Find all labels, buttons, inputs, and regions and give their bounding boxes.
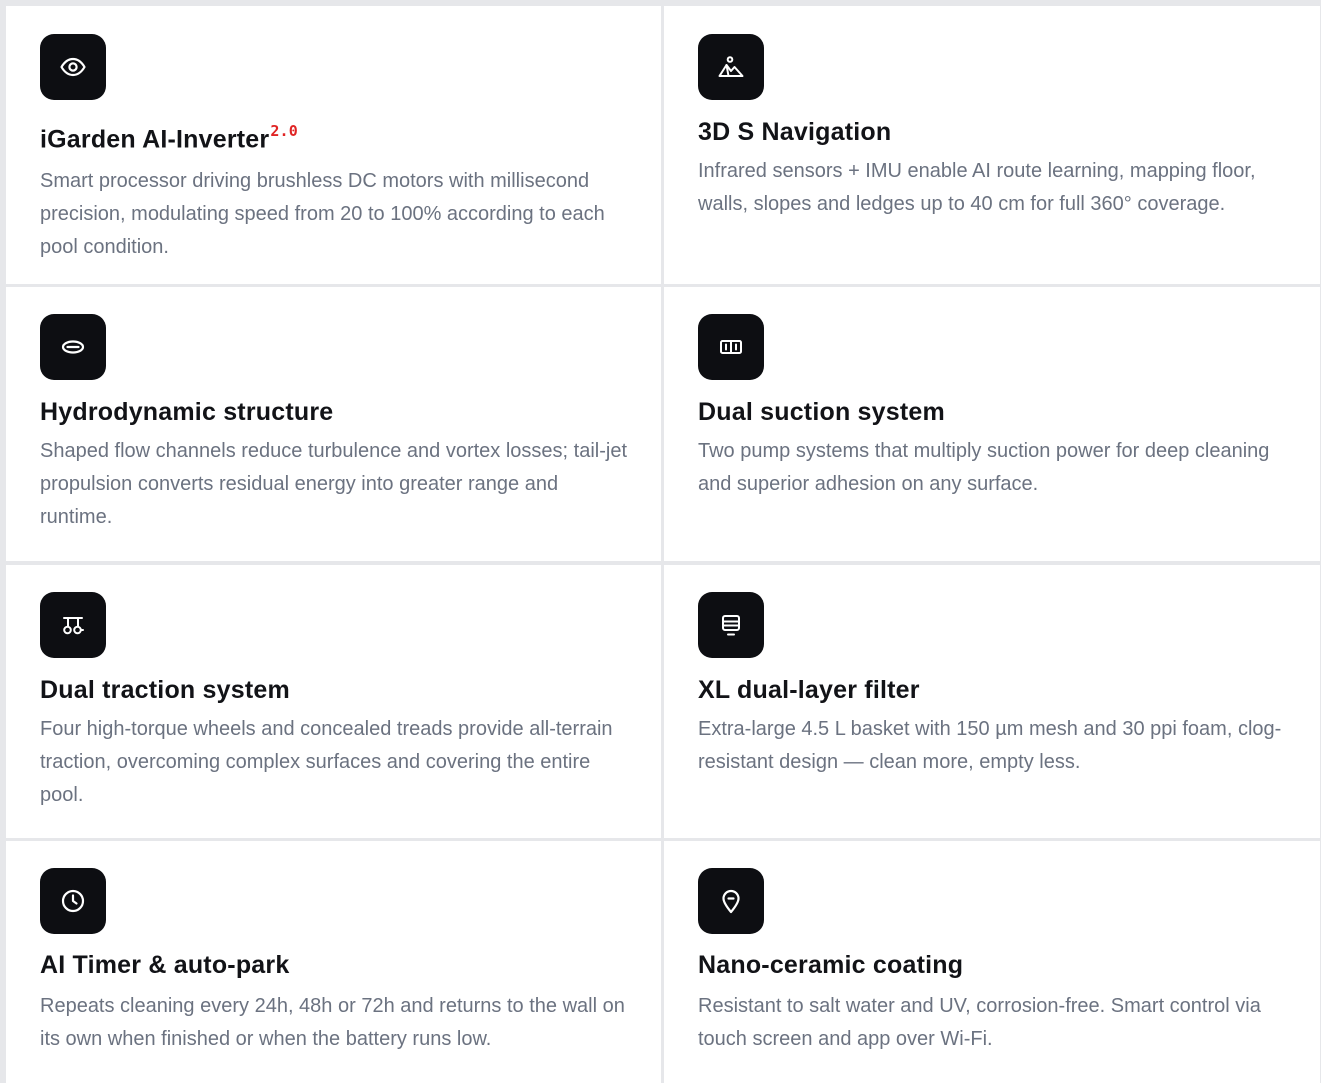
feature-card-xl-filter: XL dual-layer filter Extra-large 4.5 L b…: [664, 565, 1320, 838]
feature-description: Two pump systems that multiply suction p…: [698, 440, 1270, 495]
mountain-icon: [698, 34, 764, 100]
feature-card-dual-suction: Dual suction system Two pump systems tha…: [664, 287, 1320, 561]
feature-title: iGarden AI-Inverter2.0: [40, 122, 299, 154]
feature-title: 3D S Navigation: [698, 118, 892, 146]
feature-description: Smart processor driving brushless DC mot…: [40, 170, 605, 259]
clock-icon: [40, 868, 106, 934]
feature-title: XL dual-layer filter: [698, 676, 920, 704]
traction-icon: [40, 592, 106, 658]
feature-description: Resistant to salt water and UV, corrosio…: [698, 995, 1261, 1050]
feature-description: Shaped flow channels reduce turbulence a…: [40, 440, 628, 528]
feature-title: Nano-ceramic coating: [698, 951, 964, 979]
hydrodynamic-icon: [40, 314, 106, 380]
feature-card-ai-timer: AI Timer & auto-park Repeats cleaning ev…: [6, 841, 661, 1083]
dual-suction-icon: [698, 314, 764, 380]
feature-card-dual-traction: Dual traction system Four high-torque wh…: [6, 565, 661, 838]
feature-title: Dual suction system: [698, 398, 945, 426]
feature-card-nano-ceramic: Nano-ceramic coating Resistant to salt w…: [664, 841, 1320, 1083]
feature-card-ai-inverter: iGarden AI-Inverter2.0 Smart processor d…: [6, 6, 661, 284]
feature-description: Extra-large 4.5 L basket with 150 µm mes…: [698, 718, 1282, 773]
feature-description: Repeats cleaning every 24h, 48h or 72h a…: [40, 995, 625, 1050]
feature-title: Dual traction system: [40, 676, 290, 704]
feature-card-3d-navigation: 3D S Navigation Infrared sensors + IMU e…: [664, 6, 1320, 284]
version-superscript: 2.0: [270, 122, 299, 140]
feature-title: AI Timer & auto-park: [40, 951, 290, 979]
feature-card-hydrodynamic: Hydrodynamic structure Shaped flow chann…: [6, 287, 661, 561]
eye-icon: [40, 34, 106, 100]
features-grid: iGarden AI-Inverter2.0 Smart processor d…: [0, 0, 1321, 1083]
feature-description: Infrared sensors + IMU enable AI route l…: [698, 160, 1256, 215]
feature-title: Hydrodynamic structure: [40, 398, 334, 426]
feature-description: Four high-torque wheels and concealed tr…: [40, 718, 613, 806]
filter-icon: [698, 592, 764, 658]
location-pin-icon: [698, 868, 764, 934]
